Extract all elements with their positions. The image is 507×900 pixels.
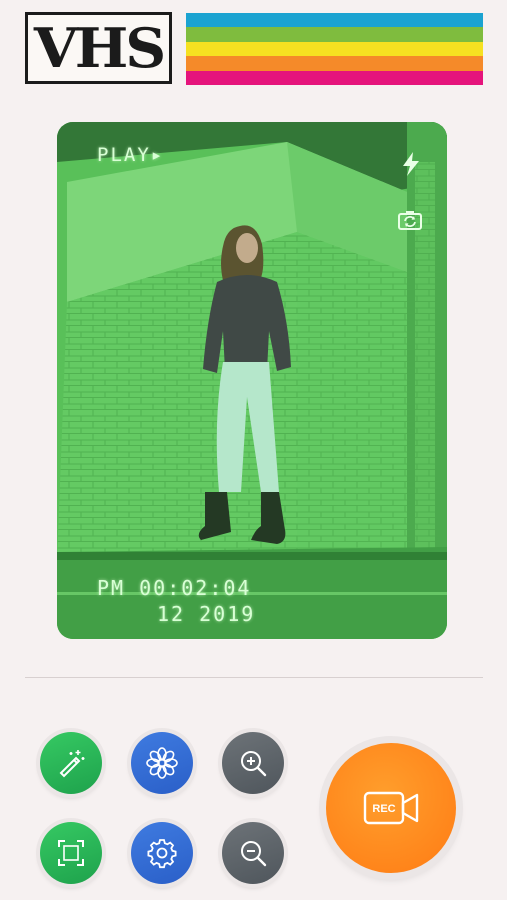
- play-mode-label: PLAY▸: [97, 144, 165, 166]
- stripe-4: [186, 56, 483, 71]
- rainbow-stripes: [186, 13, 483, 86]
- filter-button[interactable]: [131, 732, 193, 794]
- gear-icon: [147, 839, 177, 869]
- record-label: REC: [372, 803, 395, 815]
- zoom-out-icon: [241, 841, 267, 867]
- divider: [25, 677, 483, 678]
- flash-icon[interactable]: [397, 150, 425, 178]
- crop-button[interactable]: [40, 822, 102, 884]
- magic-wand-button[interactable]: [40, 732, 102, 794]
- settings-button[interactable]: [131, 822, 193, 884]
- crop-frame-icon: [58, 840, 84, 866]
- record-button[interactable]: REC: [326, 743, 456, 873]
- vhs-logo: VHS: [25, 12, 172, 84]
- recording-date-label: 12 2019: [157, 602, 256, 626]
- recording-time-label: PM 00:02:04: [97, 576, 252, 600]
- zoom-in-button[interactable]: [222, 732, 284, 794]
- magic-wand-icon: [59, 750, 85, 778]
- camera-viewfinder[interactable]: PLAY▸ PM 00:02:04 12 2019: [57, 122, 447, 639]
- stripe-5: [186, 70, 483, 86]
- flower-icon: [146, 747, 178, 779]
- video-camera-icon: REC: [363, 791, 419, 825]
- logo-text: VHS: [33, 16, 166, 80]
- zoom-out-button[interactable]: [222, 822, 284, 884]
- stripe-2: [186, 27, 483, 42]
- zoom-in-icon: [241, 751, 267, 777]
- switch-camera-icon[interactable]: [396, 206, 424, 234]
- stripe-3: [186, 41, 483, 57]
- app-header: VHS: [0, 0, 507, 100]
- camera-preview-image: [57, 122, 447, 639]
- stripe-1: [186, 13, 483, 28]
